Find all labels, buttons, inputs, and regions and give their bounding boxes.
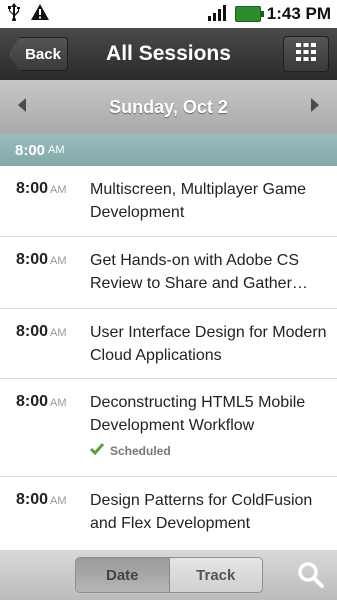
session-row[interactable]: 8:00 AM Deconstructing HTML5 Mobile Devel…	[0, 379, 337, 477]
session-title: Multiscreen, Multiplayer Game Developmen…	[90, 181, 307, 221]
session-row[interactable]: 8:00 AM Multiscreen, Multiplayer Game Dev…	[0, 166, 337, 237]
sort-segmented-control: Date Track	[75, 557, 263, 593]
chevron-left-icon	[16, 97, 28, 118]
session-time: 8:00 AM	[16, 477, 90, 545]
session-title: Get Hands-on with Adobe CS Review to Sha…	[90, 252, 308, 292]
session-ampm: AM	[50, 495, 67, 507]
session-time: 8:00 AM	[16, 309, 90, 378]
session-ampm: AM	[50, 327, 67, 339]
signal-icon	[207, 3, 229, 26]
status-bar: 1:43 PM	[0, 0, 337, 28]
scheduled-status: Scheduled	[89, 443, 327, 458]
session-ampm: AM	[50, 184, 67, 196]
session-row[interactable]: 8:00 AM Design Patterns for ColdFusion an…	[0, 477, 337, 545]
time-group-ampm: AM	[48, 144, 65, 156]
chevron-right-icon	[309, 97, 321, 118]
search-icon	[297, 562, 325, 593]
previous-day-button[interactable]	[12, 97, 32, 117]
next-day-button[interactable]	[305, 97, 325, 117]
status-time: 1:43 PM	[266, 4, 331, 23]
session-ampm: AM	[50, 255, 67, 267]
session-list: 8:00 AM Multiscreen, Multiplayer Game Dev…	[0, 166, 337, 545]
search-button[interactable]	[297, 561, 325, 589]
battery-icon	[234, 6, 264, 22]
back-button[interactable]: Back	[8, 37, 68, 71]
usb-icon	[6, 2, 22, 26]
app-header: Back All Sessions	[0, 28, 337, 80]
session-hour: 8:00	[16, 393, 49, 410]
session-hour: 8:00	[16, 491, 49, 508]
session-row[interactable]: 8:00 AM User Interface Design for Modern …	[0, 309, 337, 379]
session-hour: 8:00	[16, 323, 49, 340]
grid-icon	[295, 41, 317, 68]
session-title: Deconstructing HTML5 Mobile Development …	[90, 394, 306, 434]
time-group-time: 8:00	[15, 141, 46, 159]
scheduled-label: Scheduled	[110, 443, 171, 458]
session-ampm: AM	[50, 397, 67, 409]
warning-icon	[30, 3, 50, 26]
bottom-bar: Date Track	[0, 550, 337, 600]
date-tab[interactable]: Date	[76, 558, 170, 592]
current-date: Sunday, Oct 2	[109, 96, 228, 117]
checkmark-icon	[89, 443, 105, 458]
session-time: 8:00 AM	[16, 237, 90, 308]
session-hour: 8:00	[16, 180, 49, 197]
track-tab[interactable]: Track	[169, 558, 262, 592]
session-title: User Interface Design for Modern Cloud A…	[90, 324, 327, 364]
time-group-header: 8:00 AM	[0, 134, 337, 166]
session-time: 8:00 AM	[16, 166, 90, 236]
session-row[interactable]: 8:00 AM Get Hands-on with Adobe CS Review…	[0, 237, 337, 309]
date-bar: Sunday, Oct 2	[0, 80, 337, 134]
session-title: Design Patterns for ColdFusion and Flex …	[90, 492, 313, 532]
session-hour: 8:00	[16, 251, 49, 268]
session-time: 8:00 AM	[16, 379, 90, 476]
grid-menu-button[interactable]	[283, 36, 329, 72]
